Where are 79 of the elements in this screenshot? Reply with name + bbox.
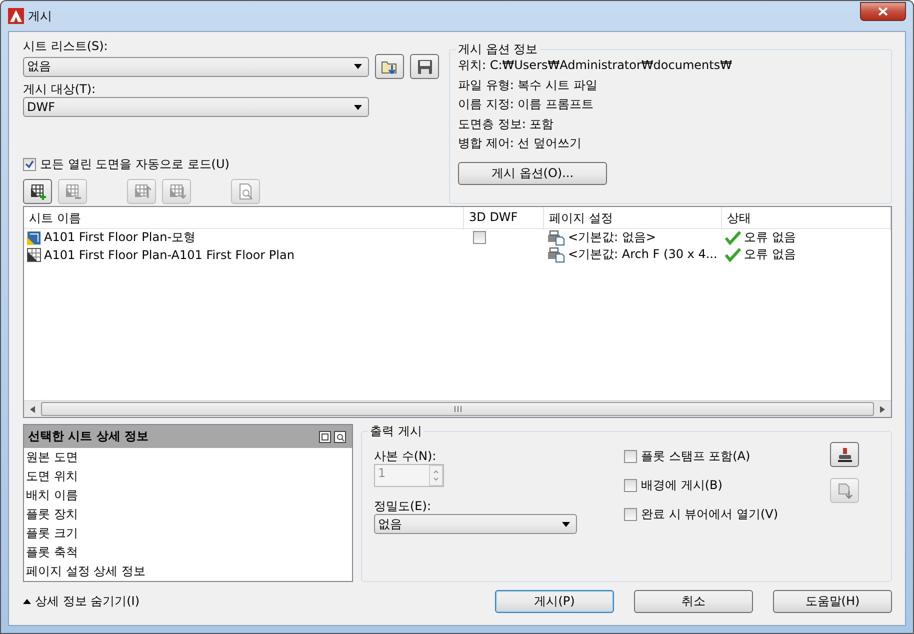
close-button[interactable]	[860, 2, 906, 21]
page-setup-icon	[547, 230, 565, 246]
grip-icon	[454, 406, 462, 412]
save-sheet-list-button[interactable]	[410, 54, 439, 79]
checkbox[interactable]	[624, 450, 637, 463]
save-icon	[416, 58, 432, 74]
detail-item: 페이지 설정 상세 정보	[25, 563, 146, 580]
column-header[interactable]: 3D DWF	[464, 207, 544, 230]
option-info-text: 병합 제어: 선 덮어쓰기	[458, 135, 582, 152]
copies-label: 사본 수(N):	[374, 448, 438, 464]
plot-stamp-button[interactable]	[830, 442, 859, 467]
precision-label: 정밀도(E):	[374, 498, 432, 514]
dialog-button[interactable]: 도움말(H)	[773, 590, 892, 613]
option-info-text: 도면층 정보: 포함	[458, 116, 555, 132]
checkbox-label[interactable]: 모든 열린 도면을 자동으로 로드(U)	[40, 156, 230, 173]
dialog-button[interactable]: 취소	[634, 590, 753, 613]
option-info-text: 위치: C:₩Users₩Administrator₩documents₩	[458, 57, 733, 74]
collapse-arrow-icon	[23, 599, 31, 604]
publish-options-button[interactable]: 게시 옵션(O)...	[458, 162, 607, 184]
sheet-list-label: 시트 리스트(S):	[23, 38, 109, 54]
checkmark-icon	[725, 248, 741, 262]
group-title: 게시 옵션 정보	[456, 41, 540, 58]
folder-icon	[380, 58, 398, 74]
dialog-button[interactable]: 게시(P)	[495, 590, 614, 613]
sheet-name-cell: A101 First Floor Plan-모형	[44, 229, 196, 246]
column-header[interactable]: 상태	[722, 207, 891, 230]
window-title: 게시	[28, 8, 52, 24]
publish-to-label: 게시 대상(T):	[23, 81, 97, 97]
detail-item: 원본 도면	[25, 449, 79, 466]
scroll-left-icon[interactable]	[30, 406, 35, 412]
checkbox-label[interactable]: 플롯 스탬프 포함(A)	[641, 448, 750, 465]
copy-icon[interactable]	[319, 430, 331, 442]
checkbox[interactable]	[624, 508, 637, 521]
checkbox[interactable]	[23, 158, 36, 171]
load-sheet-list-button[interactable]	[375, 54, 404, 79]
move-up-icon	[132, 182, 150, 200]
dwf-3d-checkbox[interactable]	[473, 231, 486, 244]
page-down-icon	[836, 482, 852, 498]
detail-item: 플롯 축척	[25, 544, 79, 561]
page-setup-cell: <기본값: 없음>	[568, 229, 656, 246]
dropdown-arrow-icon	[562, 522, 570, 526]
scroll-right-icon[interactable]	[880, 406, 885, 412]
precision-dropdown[interactable]: 없음	[374, 514, 577, 534]
checkbox-label[interactable]: 배경에 게시(B)	[641, 477, 722, 494]
app-logo-icon	[8, 8, 24, 24]
sheet-name-cell: A101 First Floor Plan-A101 First Floor Plan	[44, 248, 294, 262]
option-info-text: 파일 유형: 복수 시트 파일	[458, 76, 598, 94]
add-sheet-icon	[28, 182, 46, 200]
page-setup-icon	[547, 246, 565, 262]
toolbar-button[interactable]	[23, 179, 52, 204]
option-info-text: 이름 지정: 이름 프롬프트	[458, 96, 594, 113]
export-button[interactable]	[830, 478, 859, 503]
move-down-icon	[168, 182, 186, 200]
remove-sheet-icon	[64, 182, 82, 200]
detail-item: 플롯 장치	[25, 506, 79, 523]
preview-icon[interactable]	[334, 430, 346, 442]
status-cell: 오류 없음	[744, 229, 796, 246]
model-sheet-icon	[27, 230, 41, 244]
dropdown-arrow-icon	[354, 64, 362, 69]
column-header[interactable]: 시트 이름	[24, 207, 464, 230]
page-setup-cell: <기본값: Arch F (30 x 4...	[568, 246, 718, 263]
preview-icon	[236, 182, 254, 200]
detail-item: 플롯 크기	[25, 525, 79, 542]
hide-details-link[interactable]: 상세 정보 숨기기(I)	[23, 593, 140, 610]
checkmark-icon	[725, 230, 741, 244]
checkmark-icon	[25, 160, 34, 169]
checkbox-label[interactable]: 완료 시 뷰어에서 열기(V)	[641, 506, 778, 523]
stamp-icon	[836, 446, 852, 462]
status-cell: 오류 없음	[744, 246, 796, 263]
close-icon	[878, 7, 888, 16]
publish-to-dropdown[interactable]: DWF	[23, 97, 369, 117]
details-title: 선택한 시트 상세 정보	[28, 428, 149, 445]
detail-item: 배치 이름	[25, 487, 79, 504]
checkbox[interactable]	[624, 479, 637, 492]
sheet-list-dropdown[interactable]: 없음	[23, 56, 369, 76]
detail-item: 도면 위치	[25, 468, 79, 485]
group-title: 출력 게시	[368, 423, 424, 440]
dropdown-arrow-icon	[354, 104, 362, 110]
layout-sheet-icon	[27, 248, 41, 262]
